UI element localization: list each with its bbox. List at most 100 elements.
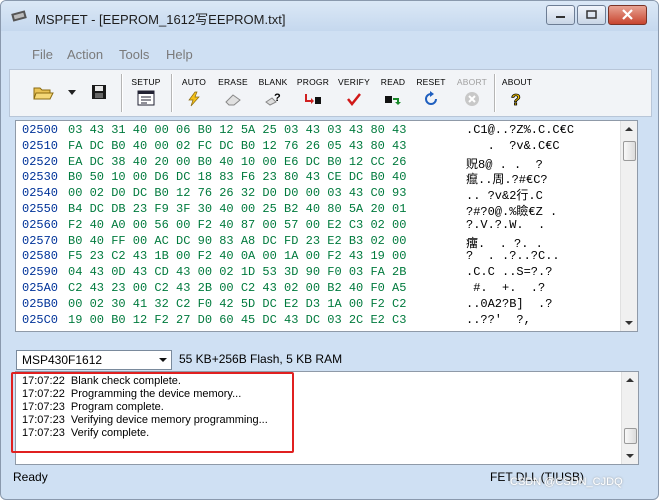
application-window: MSPFET - [EEPROM_1612写EEPROM.txt] File A… [0,0,659,500]
restore-icon [586,10,597,19]
log-scroll-thumb[interactable] [624,428,637,444]
erase-button[interactable]: ERASE [213,70,253,116]
log-scrollbar[interactable] [621,372,638,464]
read-button[interactable]: READ [375,70,411,116]
hex-ascii: #. +. .? [466,281,546,295]
hex-bytes: B4 DC DB 23 F9 3F 30 40 00 25 B2 40 80 5… [68,202,407,216]
device-select-value: MSP430F1612 [22,353,103,367]
toolbar-separator [171,74,173,112]
scroll-down-icon[interactable] [621,315,637,331]
hex-ascii: .C1@..?Z%.C.C€C [466,123,575,137]
save-icon [92,85,106,99]
hex-bytes: B0 50 10 00 D6 DC 18 83 F6 23 80 43 CE D… [68,170,407,185]
minimize-button[interactable] [546,5,575,25]
status-text: Ready [13,470,48,484]
menu-action[interactable]: Action [67,47,103,62]
setup-icon [137,90,155,106]
hex-address: 02500 [22,123,59,137]
reset-button[interactable]: RESET [412,70,450,116]
hex-address: 02570 [22,233,59,248]
scroll-down-icon[interactable] [622,448,638,464]
close-button[interactable] [608,5,647,25]
blank-button[interactable]: BLANK ? [254,70,292,116]
checkmark-icon [347,93,361,106]
hex-ascii: ? . .?..?C.. [466,249,560,264]
read-label: READ [380,77,406,87]
hex-scroll-thumb[interactable] [623,141,636,161]
hex-bytes: FA DC B0 40 00 02 FC DC B0 12 76 26 05 4… [68,138,407,153]
setup-button[interactable]: SETUP [126,70,166,116]
program-icon [305,94,321,104]
blank-label: BLANK [258,77,288,87]
menu-bar: File Action Tools Help [1,43,658,65]
hex-bytes: 00 02 30 41 32 C2 F0 42 5D DC E2 D3 1A 0… [68,296,407,311]
hex-address: 02520 [22,154,59,169]
toolbar: SETUP AUTO ERASE BLANK ? PROGR VERIFY RE… [9,69,652,117]
abort-button[interactable]: ABORT [451,70,493,116]
lightning-icon [188,91,200,107]
verify-label: VERIFY [338,77,370,87]
hex-bytes: F2 40 A0 00 56 00 F2 40 87 00 57 00 E2 C… [68,217,407,232]
dropdown-arrow-icon[interactable] [68,90,76,96]
hex-ascii: ..0A2?B] .? [466,296,553,311]
svg-text:?: ? [274,92,281,104]
hex-address: 02550 [22,202,59,216]
hex-address: 02580 [22,249,59,264]
toolbar-separator [494,74,496,112]
hex-address: 025B0 [22,296,59,311]
hex-address: 025C0 [22,312,59,327]
save-button[interactable] [88,70,110,116]
title-bar[interactable]: MSPFET - [EEPROM_1612写EEPROM.txt] [1,1,658,31]
hex-bytes: 19 00 B0 12 F2 27 D0 60 45 DC 43 DC 03 2… [68,312,407,327]
hex-bytes: 00 02 D0 DC B0 12 76 26 32 D0 D0 00 03 4… [68,186,407,201]
about-label: ABOUT [501,77,533,87]
menu-help[interactable]: Help [166,47,193,62]
eraser-icon [225,94,241,106]
hex-ascii: . ?v&.C€C [466,138,560,153]
setup-label: SETUP [131,77,161,87]
about-button[interactable]: ABOUT ? [498,70,536,116]
hex-bytes: B0 40 FF 00 AC DC 90 83 A8 DC FD 23 E2 B… [68,233,407,248]
hex-ascii: 贶8@ . . ? [466,157,543,172]
hex-ascii: ?#?0@.%瞼€Z . [466,205,558,219]
hex-address: 02510 [22,138,59,153]
hex-address: 02530 [22,170,59,185]
device-select[interactable]: MSP430F1612 [16,350,172,370]
scroll-up-icon[interactable] [622,372,638,388]
minimize-icon [556,16,565,18]
folder-open-icon [33,87,54,100]
scroll-up-icon[interactable] [621,121,637,137]
hex-ascii: ..??' ?, [466,312,546,327]
hex-ascii: 癙..周.?#€C? [466,173,548,188]
hex-bytes: C2 43 23 00 C2 43 2B 00 C2 43 02 00 B2 4… [68,281,407,295]
chevron-down-icon[interactable] [155,351,171,369]
abort-icon [465,92,479,106]
hex-address: 025A0 [22,281,59,295]
hex-bytes: 03 43 31 40 00 06 B0 12 5A 25 03 43 03 4… [68,123,407,137]
reset-icon [425,91,437,105]
svg-text:?: ? [511,92,521,108]
hex-ascii: ?.V.?.W. . [466,217,546,232]
help-icon: ? [511,92,522,108]
open-button[interactable] [24,70,76,116]
hex-ascii: .C.C ..S=?.? [466,265,553,280]
hex-ascii: 癅. . ?. . [466,236,543,251]
menu-tools[interactable]: Tools [119,47,149,62]
auto-button[interactable]: AUTO [176,70,212,116]
hex-ascii: .. ?v&2行.C [466,189,543,204]
hex-address: 02590 [22,265,59,280]
restore-button[interactable] [577,5,606,25]
hex-scrollbar[interactable] [620,121,637,331]
program-button[interactable]: PROGR [293,70,333,116]
menu-file[interactable]: File [32,47,53,62]
toolbar-separator [121,74,123,112]
hex-view[interactable]: 02500 03 43 31 40 00 06 B0 12 5A 25 03 43… [15,120,638,332]
auto-label: AUTO [181,77,207,87]
window-title: MSPFET - [EEPROM_1612写EEPROM.txt] [35,12,286,27]
blank-check-icon: ? [265,92,281,106]
read-icon [385,96,401,105]
program-label: PROGR [296,77,330,87]
close-icon [622,9,633,20]
hex-bytes: F5 23 C2 43 1B 00 F2 40 0A 00 1A 00 F2 4… [68,249,407,264]
verify-button[interactable]: VERIFY [334,70,374,116]
